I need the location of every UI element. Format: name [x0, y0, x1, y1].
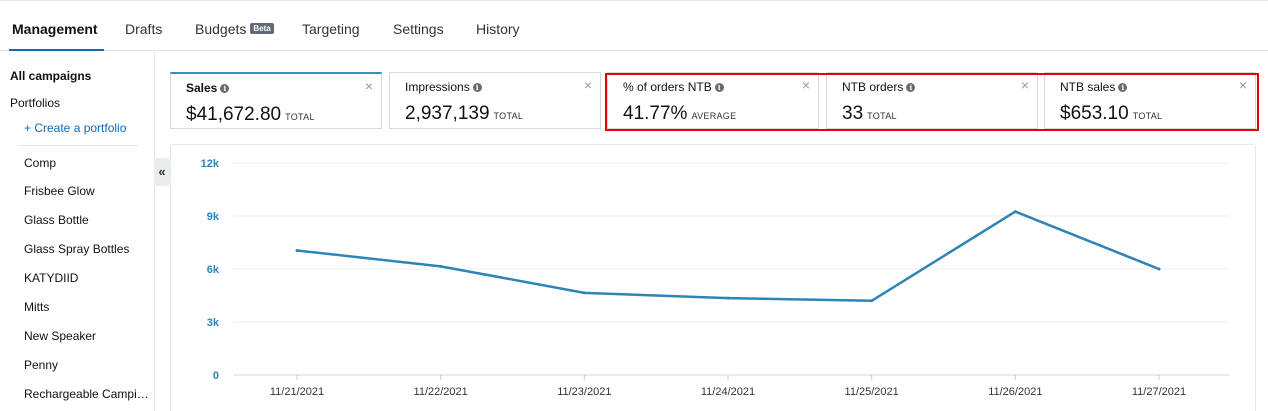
metric-title: NTB sales i — [1060, 80, 1128, 94]
data-point — [726, 296, 730, 300]
metric-title: Impressions i — [405, 80, 482, 94]
metric-unit: TOTAL — [1132, 111, 1163, 121]
metric-unit: AVERAGE — [691, 111, 737, 121]
portfolios-heading: Portfolios — [10, 96, 61, 110]
metric-card-sales[interactable]: Sales i $41,672.80 TOTAL × — [170, 72, 382, 129]
tab-settings[interactable]: Settings — [393, 1, 444, 51]
data-point — [582, 291, 586, 295]
info-icon[interactable]: i — [714, 83, 724, 92]
y-tick-label: 3k — [207, 317, 220, 329]
double-chevron-left-icon: « — [158, 164, 166, 179]
y-tick-label: 9k — [207, 211, 220, 223]
metric-value: 41.77% AVERAGE — [623, 103, 737, 124]
chart-svg: 0 3k 6k 9k 12k 11/21/2021 11/22/2021 11/23/2021… — [201, 158, 1229, 398]
close-icon[interactable]: × — [365, 79, 373, 93]
x-tick-label: 11/24/2021 — [701, 386, 755, 398]
x-tick-label: 11/23/2021 — [557, 386, 611, 398]
data-point — [439, 264, 443, 268]
metric-card-impressions[interactable]: Impressions i 2,937,139 TOTAL × — [389, 72, 601, 129]
metric-card-ntb-sales[interactable]: NTB sales i $653.10 TOTAL × — [1044, 72, 1256, 129]
close-icon[interactable]: × — [1021, 78, 1029, 92]
info-icon[interactable]: i — [220, 84, 230, 93]
sidebar-divider — [18, 145, 138, 146]
metric-unit: TOTAL — [867, 111, 897, 121]
portfolio-item[interactable]: Comp — [24, 156, 152, 170]
portfolio-item[interactable]: Rechargeable Camping Lantern — [24, 387, 152, 401]
close-icon[interactable]: × — [802, 78, 810, 92]
portfolio-item[interactable]: Penny — [24, 358, 152, 372]
metric-value: 33 TOTAL — [842, 103, 897, 124]
sidebar: All campaigns Portfolios + Create a port… — [0, 52, 155, 411]
portfolio-item[interactable]: Mitts — [24, 300, 152, 314]
tab-budgets-label: Budgets — [195, 21, 247, 37]
portfolio-item[interactable]: Glass Spray Bottles — [24, 242, 152, 256]
data-point — [870, 299, 874, 303]
y-tick-label: 0 — [213, 370, 219, 382]
portfolio-item[interactable]: Glass Bottle — [24, 213, 152, 227]
tab-targeting[interactable]: Targeting — [302, 1, 360, 51]
y-tick-label: 6k — [207, 264, 220, 276]
info-icon[interactable]: i — [472, 83, 482, 92]
tab-budgets[interactable]: Budgets Beta — [195, 1, 274, 51]
metric-title: Sales i — [186, 81, 230, 95]
metric-value: $41,672.80 TOTAL — [186, 104, 315, 125]
data-point — [1013, 210, 1017, 214]
x-tick-label: 11/27/2021 — [1132, 386, 1186, 398]
series-line — [296, 210, 1160, 303]
metric-title: % of orders NTB i — [623, 80, 724, 94]
data-point — [295, 248, 299, 252]
metric-card-ntb-percent[interactable]: % of orders NTB i 41.77% AVERAGE × — [607, 72, 819, 129]
metric-title: NTB orders i — [842, 80, 916, 94]
all-campaigns-link[interactable]: All campaigns — [10, 69, 91, 83]
portfolio-item[interactable]: Frisbee Glow — [24, 184, 152, 198]
tab-history[interactable]: History — [476, 1, 520, 51]
metric-value: $653.10 TOTAL — [1060, 103, 1163, 124]
x-tick-label: 11/21/2021 — [270, 386, 324, 398]
close-icon[interactable]: × — [1239, 78, 1247, 92]
tab-drafts[interactable]: Drafts — [125, 1, 162, 51]
create-portfolio-link[interactable]: + Create a portfolio — [24, 121, 126, 135]
close-icon[interactable]: × — [584, 78, 592, 92]
portfolio-item[interactable]: KATYDIID — [24, 271, 152, 285]
x-tick-label: 11/26/2021 — [988, 386, 1042, 398]
portfolio-item[interactable]: New Speaker — [24, 329, 152, 343]
info-icon[interactable]: i — [1118, 83, 1128, 92]
info-icon[interactable]: i — [906, 83, 916, 92]
y-tick-label: 12k — [201, 158, 220, 170]
sales-line-chart: 0 3k 6k 9k 12k 11/21/2021 11/22/2021 11/23/2021… — [170, 144, 1256, 411]
tab-management[interactable]: Management — [9, 1, 104, 51]
beta-badge: Beta — [250, 23, 274, 34]
x-tick-label: 11/22/2021 — [414, 386, 468, 398]
metric-unit: TOTAL — [493, 111, 524, 121]
x-tick-label: 11/25/2021 — [845, 386, 899, 398]
metric-value: 2,937,139 TOTAL — [405, 103, 524, 124]
metric-card-ntb-orders[interactable]: NTB orders i 33 TOTAL × — [826, 72, 1038, 129]
data-point — [1157, 267, 1161, 271]
metric-unit: TOTAL — [285, 112, 315, 122]
collapse-sidebar-button[interactable]: « — [154, 158, 170, 186]
top-tab-bar: Management Drafts Budgets Beta Targeting … — [0, 0, 1268, 51]
